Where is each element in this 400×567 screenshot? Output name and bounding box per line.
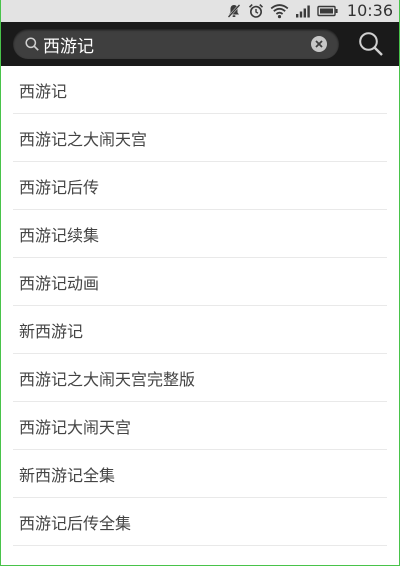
suggestion-item[interactable]: 西游记之大闹天宫 xyxy=(13,114,387,162)
search-submit-icon[interactable] xyxy=(357,30,385,58)
suggestion-item[interactable]: 西游记 xyxy=(13,66,387,114)
search-bar xyxy=(1,22,399,66)
search-field[interactable] xyxy=(13,29,339,59)
suggestion-label: 西游记之大闹天宫完整版 xyxy=(19,370,196,389)
signal-icon xyxy=(295,3,311,19)
search-button[interactable] xyxy=(357,30,385,58)
battery-icon xyxy=(317,3,339,19)
clear-button[interactable] xyxy=(311,36,327,52)
suggestion-item[interactable]: 新西游记全集 xyxy=(13,450,387,498)
suggestion-label: 西游记续集 xyxy=(19,226,100,245)
suggestion-label: 新西游记 xyxy=(19,322,84,341)
suggestion-item[interactable]: 西游记动画 xyxy=(13,258,387,306)
suggestion-label: 西游记后传全集 xyxy=(19,514,132,533)
suggestion-item[interactable]: 西游记续集 xyxy=(13,210,387,258)
suggestion-item[interactable]: 西游记后传全集 xyxy=(13,498,387,546)
search-icon xyxy=(24,36,40,52)
notifications-muted-icon xyxy=(226,3,242,19)
wifi-icon xyxy=(270,3,289,19)
suggestion-item[interactable]: 西游记大闹天宫 xyxy=(13,402,387,450)
suggestion-label: 西游记动画 xyxy=(19,274,100,293)
suggestion-item[interactable]: 西游记后传 xyxy=(13,162,387,210)
status-icons: 10:36 xyxy=(226,0,393,22)
suggestion-item[interactable]: 西游记之大闹天宫完整版 xyxy=(13,354,387,402)
status-time: 10:36 xyxy=(346,1,393,20)
suggestion-label: 西游记后传 xyxy=(19,178,100,197)
suggestion-label: 西游记之大闹天宫 xyxy=(19,130,148,149)
suggestion-item[interactable]: 新西游记 xyxy=(13,306,387,354)
alarm-icon xyxy=(248,3,264,19)
suggestion-label: 新西游记全集 xyxy=(19,466,116,485)
status-bar: 10:36 xyxy=(1,0,399,22)
suggestion-list: 西游记 西游记之大闹天宫 西游记后传 西游记续集 西游记动画 新西游记 西游记之… xyxy=(1,66,399,546)
search-input[interactable] xyxy=(43,31,303,57)
clear-icon[interactable] xyxy=(311,36,327,52)
suggestion-label: 西游记 xyxy=(19,82,68,101)
suggestion-label: 西游记大闹天宫 xyxy=(19,418,132,437)
app-window: 10:36 西游记 西游记 西游记之大闹天宫 西游记后传 西游记续集 西游记动画… xyxy=(0,0,400,566)
